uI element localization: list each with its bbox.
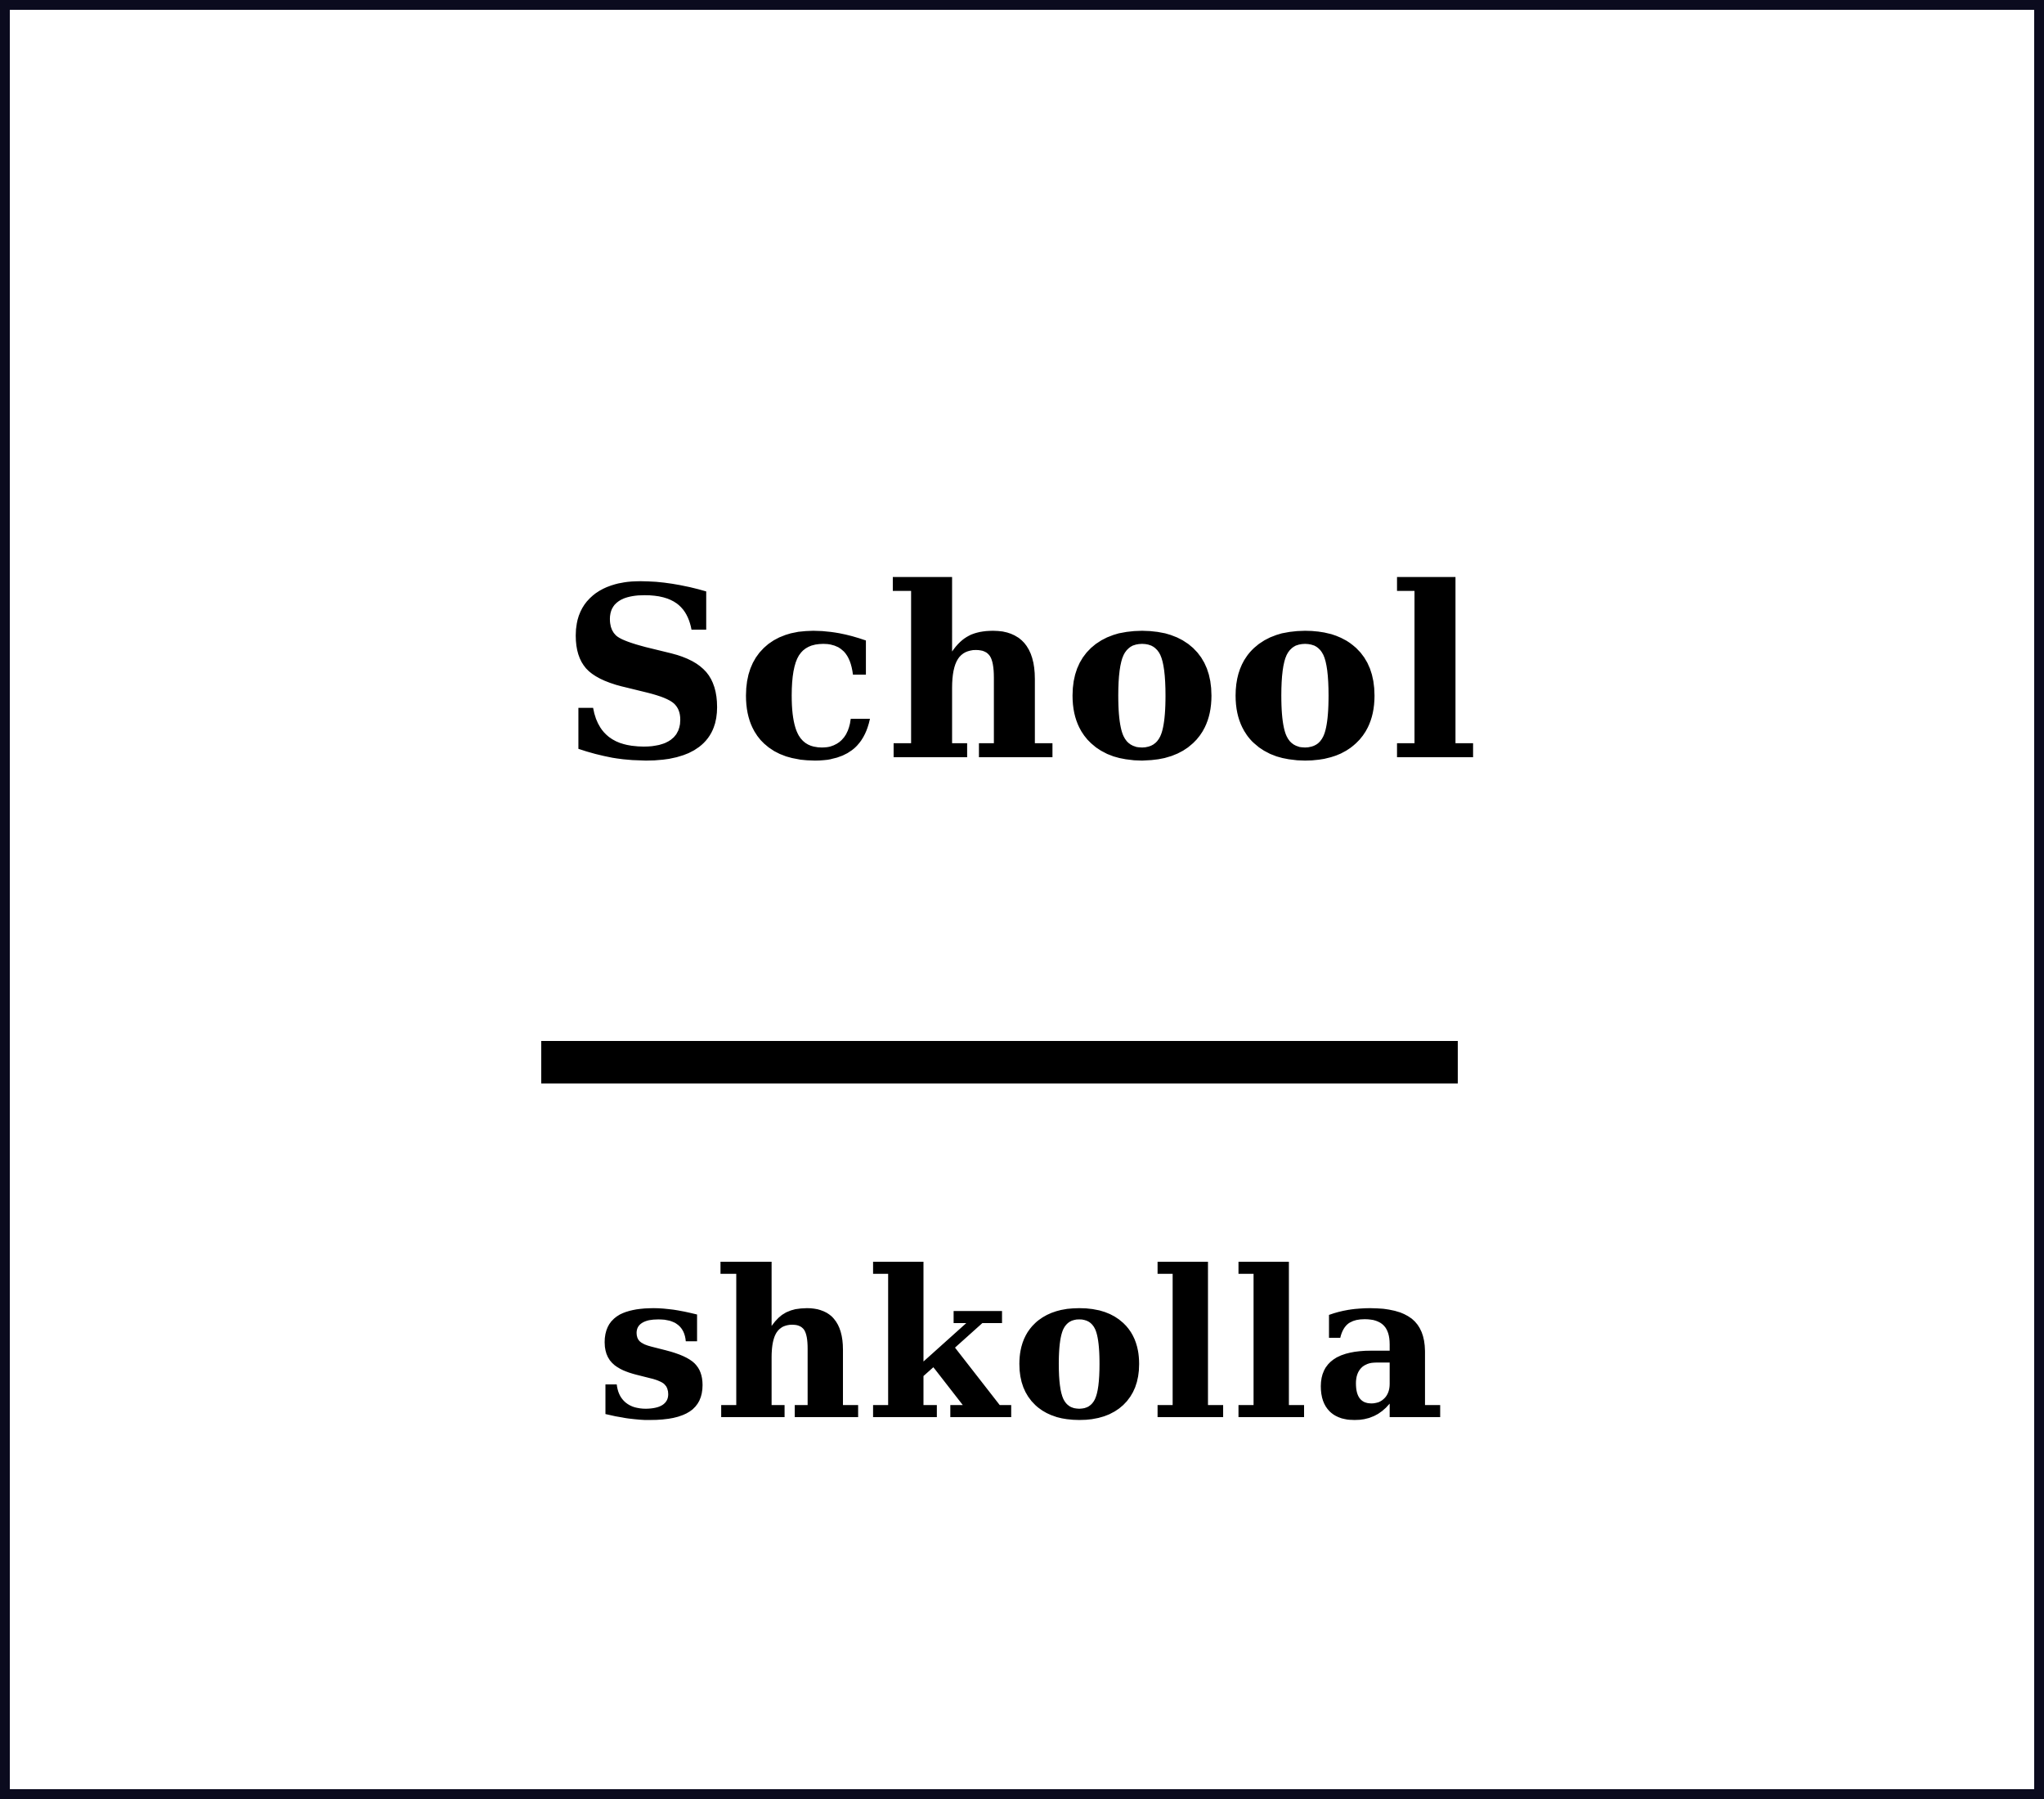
translation-word: shkolla — [595, 1225, 1449, 1465]
english-word: School — [560, 536, 1484, 814]
divider-bar — [541, 1041, 1458, 1083]
flashcard: School shkolla — [0, 0, 2044, 1799]
